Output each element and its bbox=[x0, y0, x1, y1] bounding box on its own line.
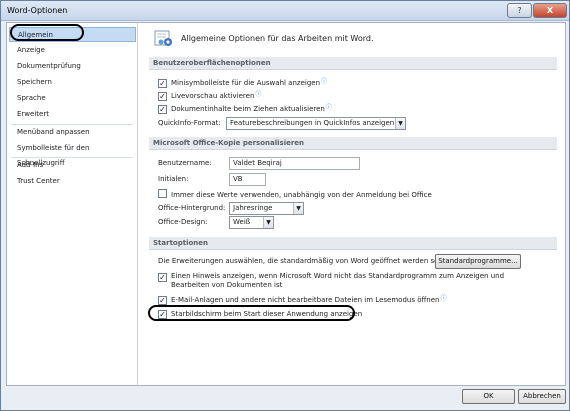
info-icon: ⓘ bbox=[255, 91, 262, 98]
window-title: Word-Optionen bbox=[7, 6, 68, 15]
option-notify-default[interactable]: ✓ bbox=[158, 271, 171, 283]
initials-field[interactable]: VB bbox=[229, 173, 266, 186]
sidebar-item-add-ins[interactable]: Add-Ins bbox=[9, 158, 136, 173]
option-always-use[interactable]: Immer diese Werte verwenden, unabhängig … bbox=[158, 189, 432, 201]
option-drag-update[interactable]: ✓ Dokumentinhalte beim Ziehen aktualisier… bbox=[158, 102, 332, 114]
sidebar-item-erweitert[interactable]: Erweitert bbox=[9, 107, 136, 122]
info-icon: ⓘ bbox=[325, 104, 332, 111]
highlight-oval bbox=[10, 24, 84, 41]
checkbox[interactable] bbox=[158, 189, 167, 198]
sidebar-item-anzeige[interactable]: Anzeige bbox=[9, 43, 136, 58]
background-label: Office-Hintergrund: bbox=[158, 204, 226, 212]
section-header-personalize: Microsoft Office-Kopie personalisieren bbox=[149, 137, 557, 150]
close-button[interactable]: X bbox=[533, 3, 567, 18]
help-button[interactable]: ? bbox=[507, 3, 532, 18]
intro-text: Allgemeine Optionen für das Arbeiten mit… bbox=[181, 34, 374, 43]
checkbox[interactable]: ✓ bbox=[158, 79, 167, 88]
word-options-dialog: Word-Optionen ? X Allgemein Anzeige Doku… bbox=[0, 0, 570, 411]
checkbox[interactable]: ✓ bbox=[158, 273, 167, 282]
username-label: Benutzername: bbox=[158, 159, 212, 167]
sidebar-item-menueband-anpassen[interactable]: Menüband anpassen bbox=[9, 125, 136, 140]
sidebar-item-speichern[interactable]: Speichern bbox=[9, 75, 136, 90]
title-bar: Word-Optionen ? X bbox=[1, 1, 569, 21]
design-select[interactable]: Weiß ▼ bbox=[229, 216, 274, 229]
checkbox[interactable]: ✓ bbox=[158, 296, 167, 305]
option-email-reading[interactable]: ✓ E-Mail-Anlagen und andere nicht bearbei… bbox=[158, 293, 447, 305]
section-header-start: Startoptionen bbox=[149, 237, 557, 250]
chevron-down-icon: ▼ bbox=[263, 217, 273, 228]
option-livepreview[interactable]: ✓ Livevorschau aktivierenⓘ bbox=[158, 89, 261, 101]
quickinfo-label: QuickInfo-Format: bbox=[158, 119, 221, 127]
notify-default-label: Einen Hinweis anzeigen, wenn Microsoft W… bbox=[171, 272, 505, 289]
cancel-button[interactable]: Abbrechen bbox=[518, 389, 566, 404]
section-header-ui: Benutzeroberflächenoptionen bbox=[149, 57, 557, 70]
sidebar-item-dokumentpruefung[interactable]: Dokumentprüfung bbox=[9, 59, 136, 74]
quickinfo-select[interactable]: Featurebeschreibungen in QuickInfos anze… bbox=[226, 117, 406, 130]
chevron-down-icon: ▼ bbox=[395, 118, 405, 129]
sidebar-item-trust-center[interactable]: Trust Center bbox=[9, 174, 136, 189]
username-field[interactable]: Valdet Beqiraj bbox=[229, 157, 360, 170]
checkbox[interactable]: ✓ bbox=[158, 92, 167, 101]
general-options-panel: Allgemeine Optionen für das Arbeiten mit… bbox=[144, 23, 562, 385]
highlight-oval bbox=[148, 305, 355, 321]
info-icon: ⓘ bbox=[321, 78, 328, 85]
ok-button[interactable]: OK bbox=[462, 389, 515, 404]
default-programs-button[interactable]: Standardprogramme... bbox=[435, 254, 521, 269]
general-options-icon bbox=[154, 30, 172, 46]
options-sidebar: Allgemein Anzeige Dokumentprüfung Speich… bbox=[7, 23, 138, 385]
info-icon: ⓘ bbox=[440, 295, 447, 302]
sidebar-item-sprache[interactable]: Sprache bbox=[9, 91, 136, 106]
dialog-content: Allgemein Anzeige Dokumentprüfung Speich… bbox=[6, 22, 566, 386]
extensions-text: Die Erweiterungen auswählen, die standar… bbox=[158, 257, 454, 265]
initials-label: Initialen: bbox=[158, 175, 189, 183]
chevron-down-icon: ▼ bbox=[293, 203, 303, 214]
checkbox[interactable]: ✓ bbox=[158, 105, 167, 114]
background-select[interactable]: Jahresringe ▼ bbox=[229, 202, 304, 215]
option-minitoolbar[interactable]: ✓ Minisymbolleiste für die Auswahl anzeig… bbox=[158, 76, 327, 88]
design-label: Office-Design: bbox=[158, 218, 208, 226]
sidebar-item-schnellzugriff[interactable]: Symbolleiste für den Schnellzugriff bbox=[9, 141, 136, 167]
